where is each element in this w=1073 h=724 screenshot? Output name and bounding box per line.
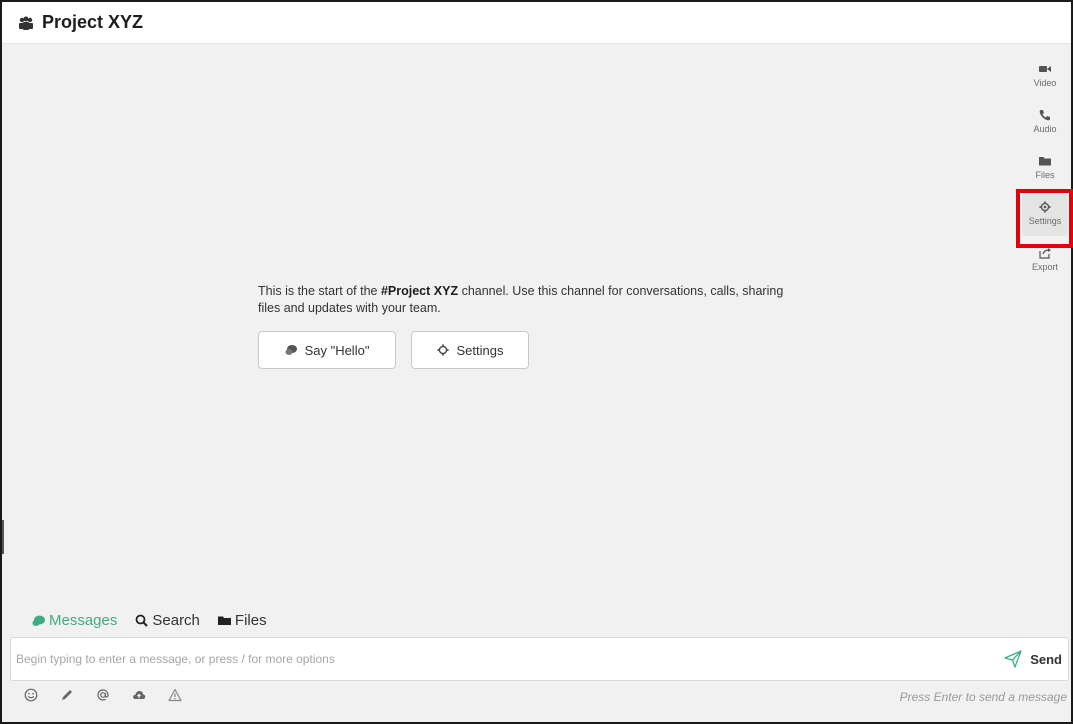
page-title: Project XYZ bbox=[42, 12, 144, 32]
tab-files-label: Files bbox=[234, 612, 267, 629]
audio-button[interactable]: Audio bbox=[1022, 98, 1068, 144]
warning-icon[interactable] bbox=[168, 688, 182, 702]
composer-toolbar bbox=[24, 688, 204, 702]
tab-search-label: Search bbox=[152, 612, 200, 629]
search-icon bbox=[135, 614, 149, 627]
intro-channel-name: #Project XYZ bbox=[380, 284, 459, 298]
settings-highlight-box bbox=[1016, 189, 1073, 248]
settings-action-label: Settings bbox=[456, 342, 504, 358]
say-hello-button[interactable]: Say "Hello" bbox=[258, 331, 396, 369]
tab-search[interactable]: Search bbox=[135, 612, 200, 629]
channel-intro-text: This is the start of the #Project XYZ ch… bbox=[258, 283, 798, 317]
view-tabs: Messages Search Files bbox=[32, 612, 285, 629]
files-label: Files bbox=[1035, 169, 1055, 180]
files-button[interactable]: Files bbox=[1022, 144, 1068, 190]
scroll-indicator bbox=[2, 520, 4, 554]
export-icon bbox=[1039, 247, 1051, 259]
intro-prefix: This is the start of the bbox=[258, 284, 381, 298]
pencil-icon[interactable] bbox=[60, 688, 74, 702]
video-icon bbox=[1039, 65, 1051, 72]
folder-icon bbox=[1039, 156, 1051, 165]
emoji-icon[interactable] bbox=[24, 688, 38, 702]
settings-action-button[interactable]: Settings bbox=[411, 331, 529, 369]
send-label: Send bbox=[1030, 651, 1062, 667]
team-icon bbox=[18, 16, 34, 30]
gear-icon bbox=[436, 344, 449, 356]
message-composer: Send bbox=[10, 637, 1069, 681]
tab-files[interactable]: Files bbox=[217, 612, 267, 629]
video-button[interactable]: Video bbox=[1022, 52, 1068, 98]
say-hello-label: Say "Hello" bbox=[304, 342, 370, 358]
tab-messages-label: Messages bbox=[49, 612, 118, 629]
tab-messages[interactable]: Messages bbox=[32, 612, 117, 629]
video-label: Video bbox=[1033, 77, 1057, 88]
message-input[interactable] bbox=[16, 652, 1005, 666]
channel-header: Project XYZ bbox=[2, 2, 1071, 44]
phone-icon bbox=[1039, 109, 1050, 120]
folder-icon bbox=[217, 616, 231, 625]
send-button[interactable]: Send bbox=[1004, 650, 1062, 668]
audio-label: Audio bbox=[1033, 123, 1057, 134]
cloud-upload-icon[interactable] bbox=[132, 688, 146, 702]
at-icon[interactable] bbox=[96, 688, 110, 702]
chat-bubbles-icon bbox=[285, 345, 297, 355]
chat-icon bbox=[32, 615, 45, 626]
send-icon bbox=[1004, 650, 1022, 668]
export-label: Export bbox=[1031, 261, 1058, 272]
send-hint: Press Enter to send a message bbox=[899, 690, 1067, 704]
